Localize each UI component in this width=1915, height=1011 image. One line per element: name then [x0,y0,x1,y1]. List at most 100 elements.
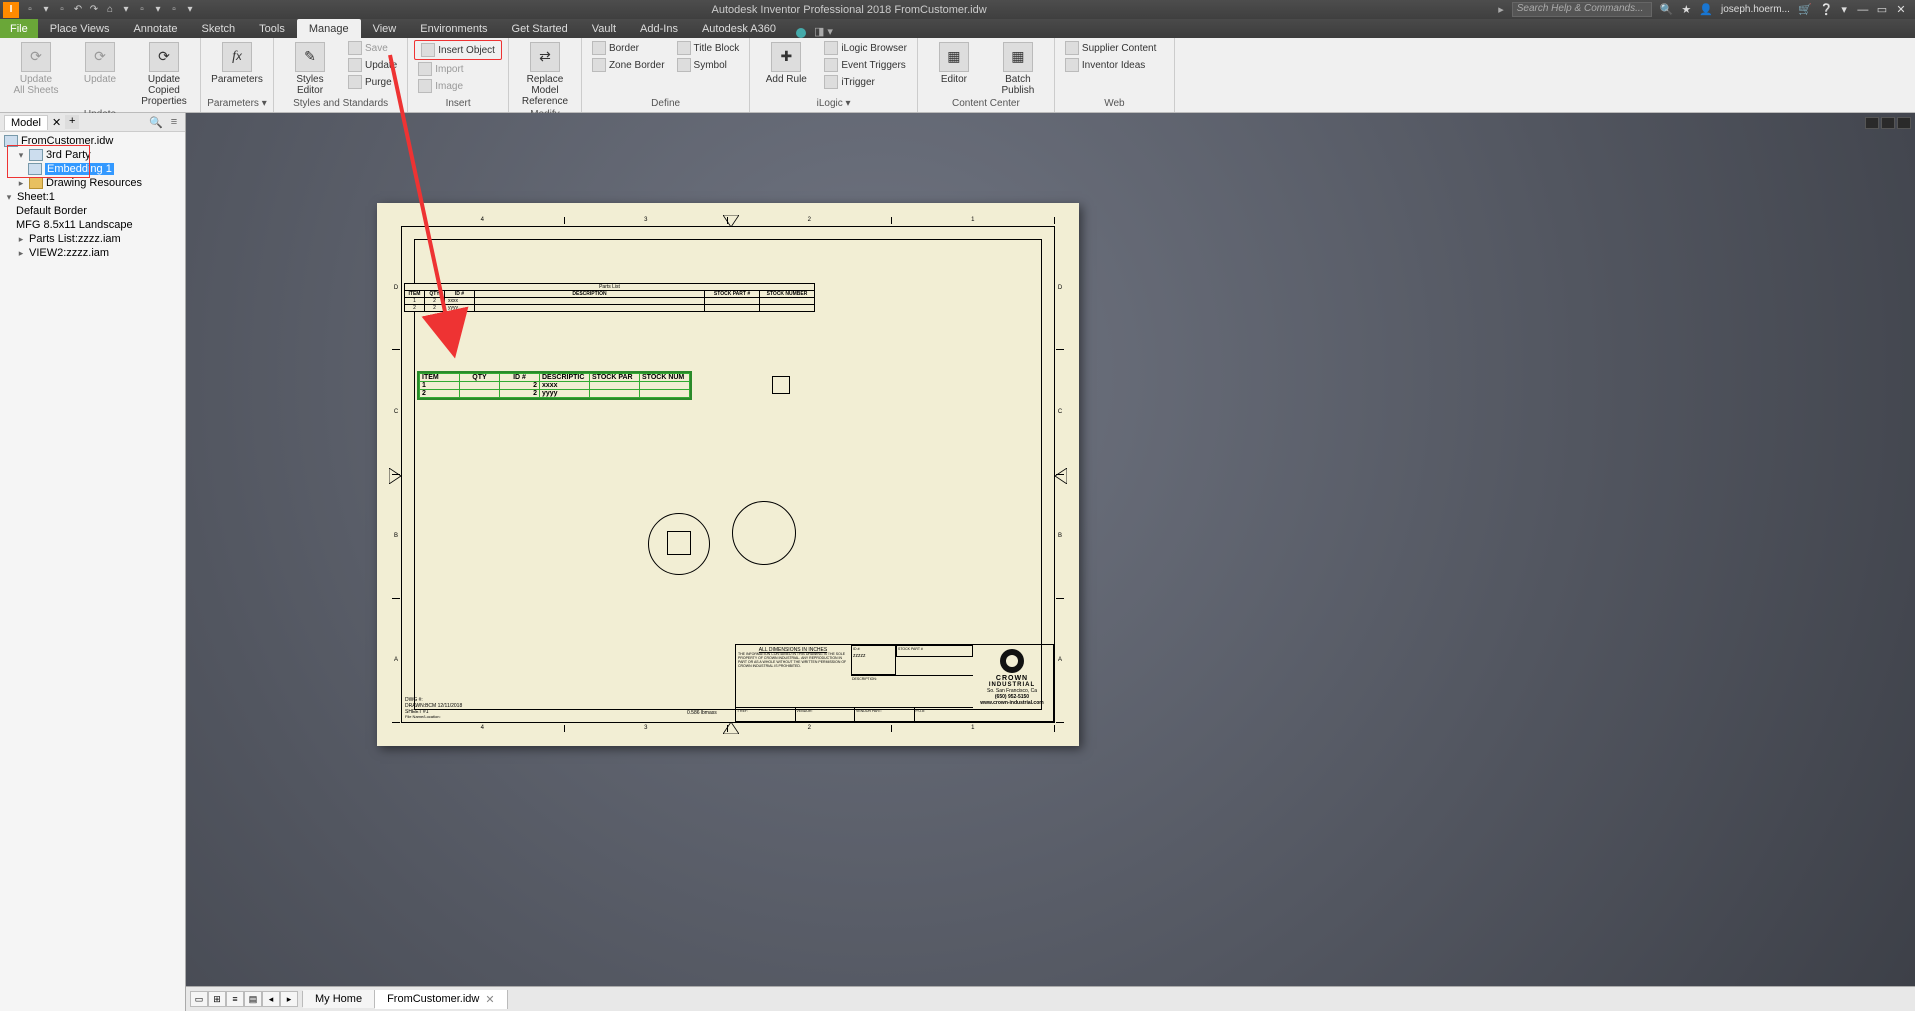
viewport-max-icon[interactable] [1881,117,1895,129]
import-button[interactable]: Import [414,61,502,77]
view-rect-small[interactable] [772,376,790,394]
view-nav-right-icon[interactable]: ▸ [280,991,298,1007]
view-list-icon[interactable]: ≡ [226,991,244,1007]
title-block-button[interactable]: Title Block [673,40,744,56]
styles-save-button[interactable]: Save [344,40,401,56]
qat-undo-icon[interactable]: ↶ [71,3,85,17]
cart-icon[interactable]: 🛒 [1798,3,1812,16]
help-dropdown-icon[interactable]: ▾ [1841,3,1847,16]
border-button[interactable]: Border [588,40,669,56]
add-rule-button[interactable]: ✚Add Rule [756,40,816,87]
itrigger-button[interactable]: iTrigger [820,74,911,90]
expander-icon[interactable]: ▸ [16,234,26,245]
search-input[interactable]: Search Help & Commands... [1512,2,1652,17]
tree-root[interactable]: FromCustomer.idw [0,134,185,148]
viewcube-icon[interactable] [1891,143,1911,163]
qat-select-icon[interactable]: ▫ [135,3,149,17]
parameters-button[interactable]: fxParameters [207,40,267,87]
qat-new-icon[interactable]: ▫ [23,3,37,17]
browser-menu-icon[interactable]: ≡ [167,115,181,129]
tab-overflow-icon[interactable]: ◨ ▾ [814,25,833,38]
expander-icon[interactable]: ▾ [4,192,14,203]
help-icon[interactable]: ❔ [1820,3,1834,16]
star-icon[interactable]: ★ [1681,3,1691,16]
qat-home-icon[interactable]: ⌂ [103,3,117,17]
expander-icon[interactable]: ▾ [16,150,26,161]
tree-partslist[interactable]: ▸Parts List:zzzz.iam [0,232,185,246]
view-grid-icon[interactable]: ⊞ [208,991,226,1007]
tree-3rdparty[interactable]: ▾3rd Party [0,148,185,162]
tree-embedding[interactable]: Embedding 1 [0,162,185,176]
update-all-sheets-button[interactable]: ⟳Update All Sheets [6,40,66,98]
ilogic-browser-button[interactable]: iLogic Browser [820,40,911,56]
lookat-icon[interactable] [1891,258,1911,278]
tab-manage[interactable]: Manage [297,19,361,38]
styles-editor-button[interactable]: ✎Styles Editor [280,40,340,98]
pan-icon[interactable] [1891,189,1911,209]
inventor-ideas-button[interactable]: Inventor Ideas [1061,57,1161,73]
drawing-canvas[interactable]: 4321 4321 DCBA DCBA Parts List ITEM QTY … [186,113,1915,986]
view-nav-left-icon[interactable]: ◂ [262,991,280,1007]
parts-list-table[interactable]: Parts List ITEM QTY ID # DESCRIPTION STO… [404,283,815,312]
view-square-inner[interactable] [667,531,691,555]
batch-publish-button[interactable]: ▦Batch Publish [988,40,1048,98]
search-arrow-icon[interactable]: ▸ [1498,3,1504,16]
tree-view2[interactable]: ▸VIEW2:zzzz.iam [0,246,185,260]
tab-tools[interactable]: Tools [247,19,297,38]
search-go-icon[interactable]: 🔍 [1660,3,1674,16]
qat-more2-icon[interactable]: ▫ [167,3,181,17]
update-button[interactable]: ⟳Update [70,40,130,87]
tree-border[interactable]: Default Border [0,204,185,218]
replace-model-ref-button[interactable]: ⇄Replace Model Reference [515,40,575,109]
browser-tab-model[interactable]: Model [4,115,48,130]
tab-environments[interactable]: Environments [408,19,499,38]
event-triggers-button[interactable]: Event Triggers [820,57,911,73]
symbol-button[interactable]: Symbol [673,57,744,73]
file-tab[interactable]: File [0,19,38,38]
viewport-min-icon[interactable] [1865,117,1879,129]
tab-my-home[interactable]: My Home [303,990,375,1008]
qat-more1-icon[interactable]: ▾ [151,3,165,17]
browser-tab-add-icon[interactable]: + [65,115,79,129]
user-name[interactable]: joseph.hoerm... [1721,4,1790,15]
table-row[interactable]: 12xxxx [405,298,815,305]
maximize-button[interactable]: ▭ [1874,3,1890,16]
embed-row[interactable]: 22yyyy [420,390,690,398]
orbit-icon[interactable] [1891,235,1911,255]
supplier-content-button[interactable]: Supplier Content [1061,40,1161,56]
minimize-button[interactable]: — [1855,4,1871,16]
expander-icon[interactable]: ▸ [16,248,26,259]
tab-close-icon[interactable]: ✕ [485,993,494,1006]
tab-get-started[interactable]: Get Started [500,19,580,38]
qat-more3-icon[interactable]: ▾ [183,3,197,17]
tab-document[interactable]: FromCustomer.idw✕ [375,990,508,1009]
tab-vault[interactable]: Vault [580,19,628,38]
browser-tab-close-icon[interactable]: ✕ [52,116,61,129]
embed-row[interactable]: 12xxxx [420,382,690,390]
qat-save-icon[interactable]: ▫ [55,3,69,17]
tab-annotate[interactable]: Annotate [121,19,189,38]
zoom-icon[interactable] [1891,212,1911,232]
insert-object-button[interactable]: Insert Object [414,40,502,60]
tree-mfg[interactable]: MFG 8.5x11 Landscape [0,218,185,232]
embedded-object[interactable]: ITEM QTY ID # DESCRIPTIC STOCK PAR STOCK… [417,371,692,400]
qat-dropdown-icon[interactable]: ▾ [119,3,133,17]
signin-icon[interactable]: 👤 [1699,3,1713,16]
cc-editor-button[interactable]: ▦Editor [924,40,984,87]
qat-redo-icon[interactable]: ↷ [87,3,101,17]
styles-purge-button[interactable]: Purge [344,74,401,90]
qat-open-icon[interactable]: ▾ [39,3,53,17]
viewport-close-icon[interactable] [1897,117,1911,129]
expander-icon[interactable]: ▸ [16,178,26,189]
view-single-icon[interactable]: ▭ [190,991,208,1007]
title-block[interactable]: CROWN INDUSTRIAL So. San Francisco, Ca (… [735,644,1054,722]
update-copied-props-button[interactable]: ⟳Update Copied Properties [134,40,194,109]
styles-update-button[interactable]: Update [344,57,401,73]
drawing-sheet[interactable]: 4321 4321 DCBA DCBA Parts List ITEM QTY … [377,203,1079,746]
view-tiles-icon[interactable]: ▤ [244,991,262,1007]
browser-search-icon[interactable]: 🔍 [149,115,163,129]
tab-addins[interactable]: Add-Ins [628,19,690,38]
tab-a360[interactable]: Autodesk A360 [690,19,788,38]
zone-border-button[interactable]: Zone Border [588,57,669,73]
tab-view[interactable]: View [361,19,409,38]
